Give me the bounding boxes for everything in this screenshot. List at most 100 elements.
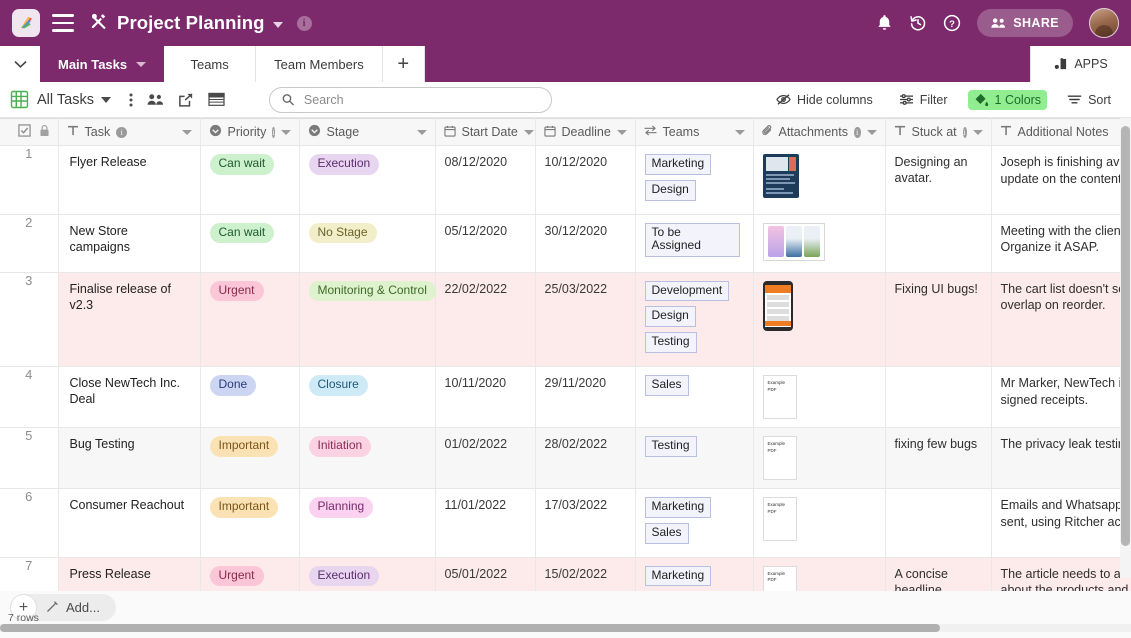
chevron-down-icon[interactable] xyxy=(280,129,291,135)
history-icon[interactable] xyxy=(909,14,927,32)
team-tag[interactable]: Design xyxy=(644,179,696,201)
col-stuck-at[interactable]: Stuck at i xyxy=(885,118,992,146)
priority-cell[interactable]: Urgent xyxy=(200,272,300,367)
app-logo[interactable] xyxy=(12,9,40,37)
table-row[interactable]: 3 Finalise release of v2.3 Urgent Monitorin… xyxy=(0,272,1131,367)
stage-cell[interactable]: Monitoring & Control xyxy=(299,272,436,367)
team-tag[interactable]: Sales xyxy=(644,374,689,396)
apps-button[interactable]: APPS xyxy=(1030,46,1131,82)
stage-cell[interactable]: Execution xyxy=(299,145,436,215)
chevron-down-icon[interactable] xyxy=(616,129,627,135)
start-date-cell[interactable]: 11/01/2022 xyxy=(435,488,536,558)
more-vertical-icon[interactable] xyxy=(129,92,133,108)
attachment-thumbnail-doc[interactable] xyxy=(762,154,799,198)
stuck-at-cell[interactable] xyxy=(885,488,992,558)
col-additional-notes[interactable]: Additional Notes xyxy=(991,118,1131,146)
attachments-cell[interactable]: Example PDF xyxy=(753,427,886,489)
priority-cell[interactable]: Can wait xyxy=(200,145,300,215)
horizontal-scrollbar-thumb[interactable] xyxy=(0,624,940,632)
table-row[interactable]: 5 Bug Testing Important Initiation 01/02/202… xyxy=(0,427,1131,489)
start-date-cell[interactable]: 10/11/2020 xyxy=(435,366,536,428)
help-icon[interactable]: ? xyxy=(943,14,961,32)
team-tag[interactable]: Design xyxy=(644,306,696,328)
table-row[interactable]: 6 Consumer Reachout Important Planning 11/01… xyxy=(0,488,1131,558)
chevron-down-icon[interactable] xyxy=(866,129,877,135)
chevron-down-icon[interactable] xyxy=(416,129,427,135)
start-date-cell[interactable]: 05/12/2020 xyxy=(435,214,536,273)
task-cell[interactable]: Close NewTech Inc. Deal xyxy=(58,366,201,428)
table-row[interactable]: 2 New Store campaigns Can wait No Stage 05/1… xyxy=(0,214,1131,273)
stage-badge[interactable]: Closure xyxy=(308,374,368,396)
team-tag[interactable]: Testing xyxy=(644,332,697,353)
team-tag[interactable]: Testing xyxy=(644,435,697,457)
col-deadline[interactable]: Deadline xyxy=(535,118,636,146)
stage-badge[interactable]: Execution xyxy=(308,565,380,587)
attachments-cell[interactable] xyxy=(753,145,886,215)
chevron-down-icon[interactable] xyxy=(136,61,147,67)
team-tag[interactable]: Sales xyxy=(644,522,689,544)
tab-teams[interactable]: Teams xyxy=(164,46,257,82)
attachments-cell[interactable] xyxy=(753,214,886,273)
people-icon[interactable] xyxy=(147,93,164,106)
chevron-down-icon[interactable] xyxy=(523,129,534,135)
col-teams[interactable]: Teams xyxy=(635,118,754,146)
priority-badge[interactable]: Can wait xyxy=(209,154,275,175)
stage-badge[interactable]: Monitoring & Control xyxy=(308,280,436,302)
chevron-down-icon[interactable] xyxy=(272,21,283,28)
lock-icon[interactable] xyxy=(39,124,50,140)
task-cell[interactable]: Finalise release of v2.3 xyxy=(58,272,201,367)
attachments-cell[interactable]: Example PDF xyxy=(753,366,886,428)
search-box[interactable] xyxy=(268,86,552,113)
stage-cell[interactable]: Planning xyxy=(299,488,436,558)
col-stage[interactable]: Stage xyxy=(299,118,436,146)
notes-cell[interactable]: Meeting with the client needed. Organize… xyxy=(991,214,1131,273)
task-cell[interactable]: New Store campaigns xyxy=(58,214,201,273)
team-tag[interactable]: Development xyxy=(644,280,730,302)
hamburger-icon[interactable] xyxy=(52,14,74,32)
colors-button[interactable]: 1 Colors xyxy=(967,89,1048,110)
teams-cell[interactable]: Testing xyxy=(635,427,754,489)
col-priority[interactable]: Priority i xyxy=(200,118,300,146)
task-cell[interactable]: Consumer Reachout xyxy=(58,488,201,558)
share-arrow-icon[interactable] xyxy=(178,92,194,108)
teams-cell[interactable]: To be Assigned xyxy=(635,214,754,273)
attachments-cell[interactable] xyxy=(753,272,886,367)
tab-team-members[interactable]: Team Members xyxy=(256,46,383,82)
priority-cell[interactable]: Important xyxy=(200,427,300,489)
stuck-at-cell[interactable] xyxy=(885,366,992,428)
col-attachments[interactable]: Attachments i xyxy=(753,118,886,146)
task-cell[interactable]: Bug Testing xyxy=(58,427,201,489)
bell-icon[interactable] xyxy=(876,14,893,32)
col-start-date[interactable]: Start Date xyxy=(435,118,536,146)
stage-cell[interactable]: Initiation xyxy=(299,427,436,489)
priority-badge[interactable]: Important xyxy=(209,435,279,457)
table-row[interactable]: 4 Close NewTech Inc. Deal Done Closure 10/11… xyxy=(0,366,1131,428)
team-tag[interactable]: Marketing xyxy=(644,565,712,587)
notes-cell[interactable]: Mr Marker, NewTech inc. send final signe… xyxy=(991,366,1131,428)
priority-badge[interactable]: Done xyxy=(209,374,257,396)
priority-badge[interactable]: Urgent xyxy=(209,565,264,587)
priority-badge[interactable]: Important xyxy=(209,496,279,518)
notes-cell[interactable]: Emails and Whatsapp notes have to be sen… xyxy=(991,488,1131,558)
stage-cell[interactable]: No Stage xyxy=(299,214,436,273)
project-title-group[interactable]: Project Planning i xyxy=(90,12,312,34)
stage-badge[interactable]: Initiation xyxy=(308,435,372,457)
attachment-thumbnail-android[interactable] xyxy=(762,280,793,331)
deadline-cell[interactable]: 25/03/2022 xyxy=(535,272,636,367)
grid-icon[interactable] xyxy=(10,90,29,109)
hide-columns-button[interactable]: Hide columns xyxy=(770,90,879,110)
chevron-down-icon[interactable] xyxy=(181,129,192,135)
search-input[interactable] xyxy=(301,91,539,108)
stage-badge[interactable]: Planning xyxy=(308,496,374,518)
notes-cell[interactable]: The privacy leak testing has to be done. xyxy=(991,427,1131,489)
priority-cell[interactable]: Important xyxy=(200,488,300,558)
info-icon[interactable]: i xyxy=(296,15,312,31)
tab-main-tasks[interactable]: Main Tasks xyxy=(40,46,165,82)
stuck-at-cell[interactable] xyxy=(885,214,992,273)
stuck-at-cell[interactable]: Designing an avatar. xyxy=(885,145,992,215)
info-icon[interactable]: i xyxy=(272,126,275,138)
attachment-thumbnail-phones[interactable] xyxy=(762,222,825,261)
layout-icon[interactable] xyxy=(208,92,225,107)
tabs-collapse-button[interactable] xyxy=(0,46,40,82)
deadline-cell[interactable]: 28/02/2022 xyxy=(535,427,636,489)
